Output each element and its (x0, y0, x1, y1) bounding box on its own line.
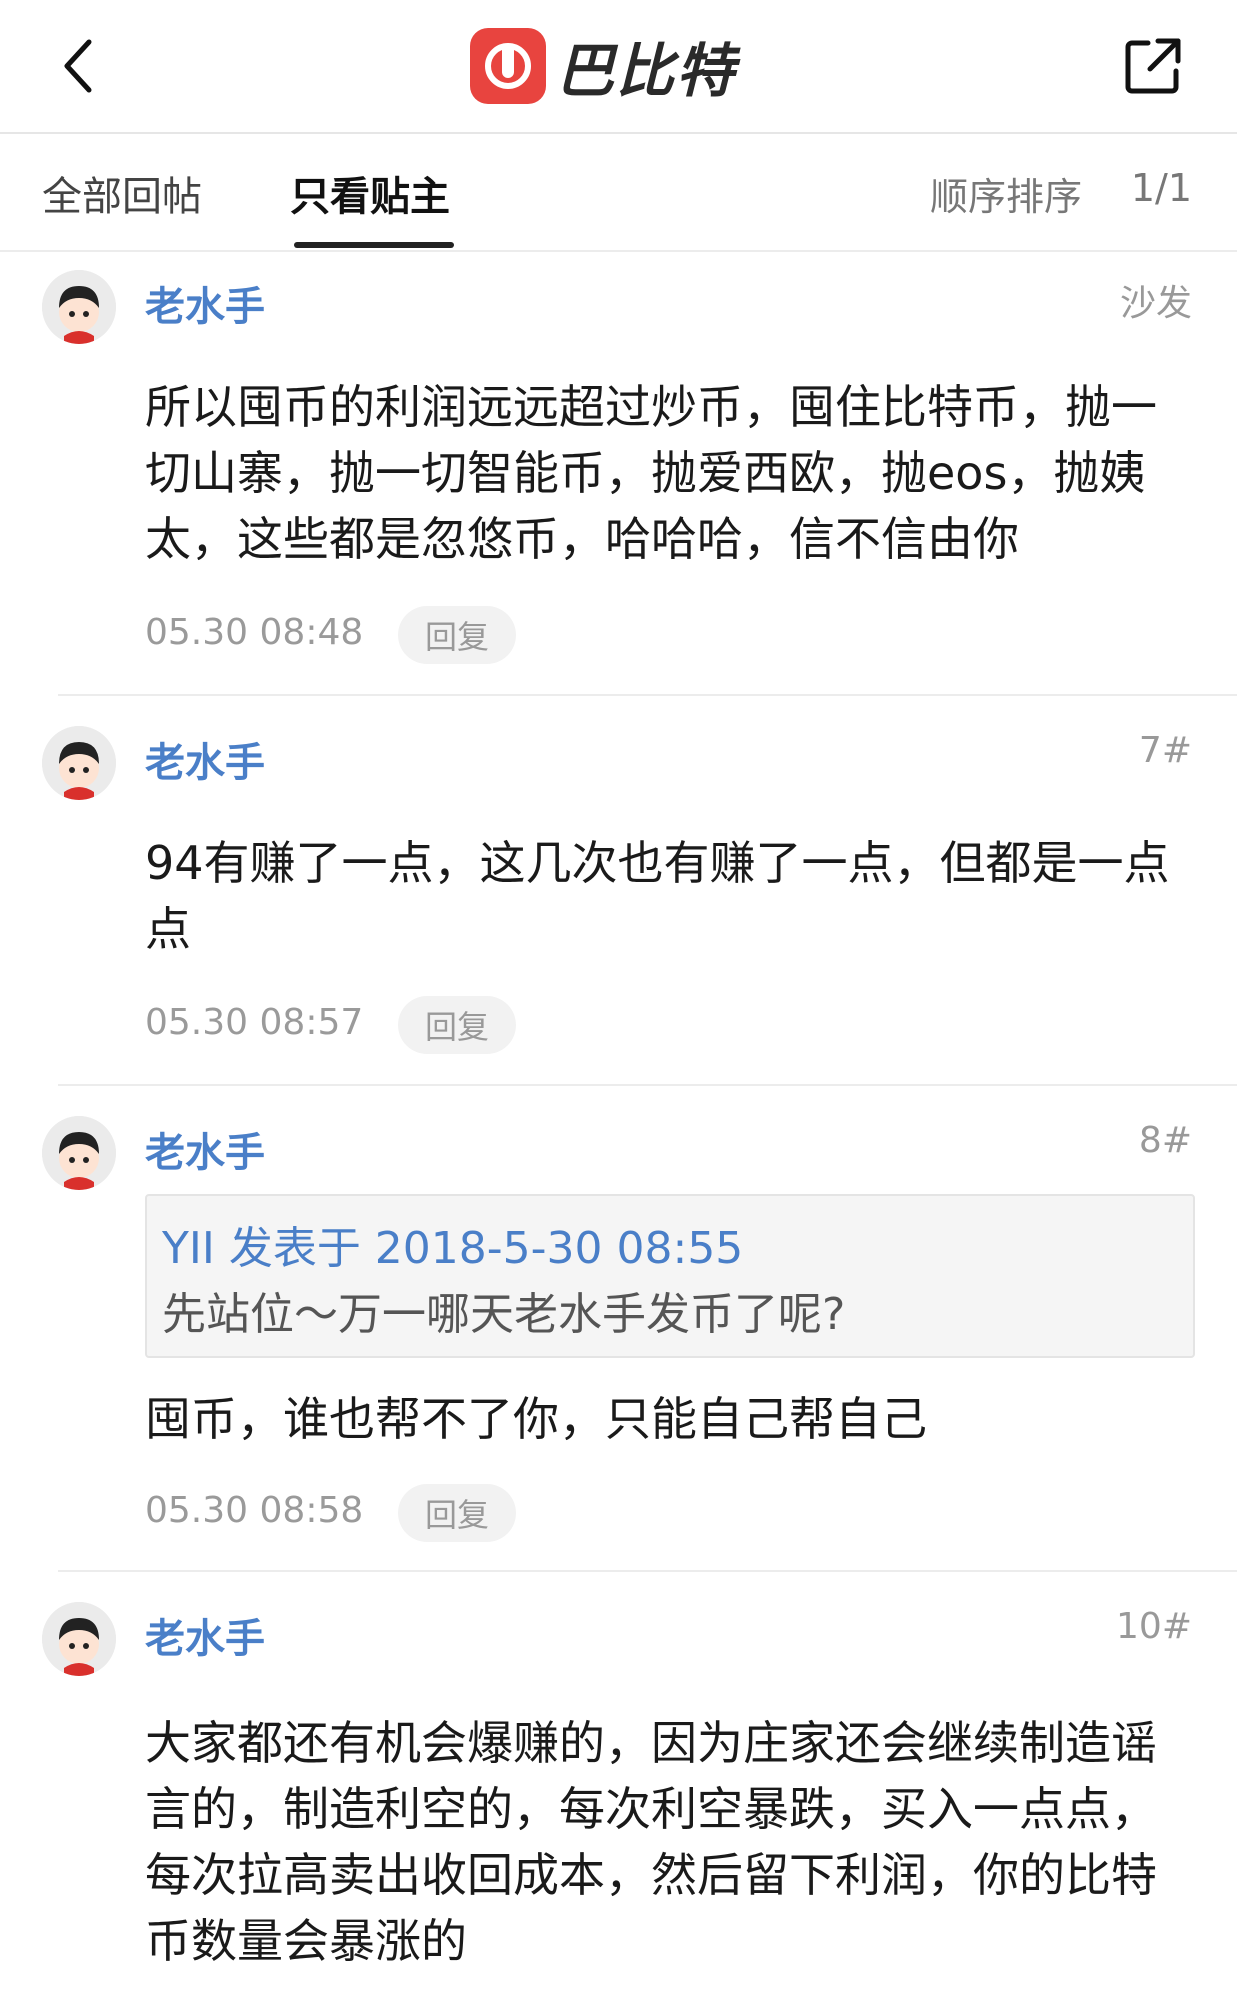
quoted-post: YII 发表于 2018-5-30 08:55 先站位～万一哪天老水手发币了呢? (145, 1194, 1195, 1358)
reply-button[interactable]: 回复 (398, 996, 516, 1054)
post-content: 所以囤币的利润远远超过炒币，囤住比特币，抛一切山寨，抛一切智能币，抛爱西欧，抛e… (145, 380, 1157, 566)
avatar[interactable] (42, 1602, 116, 1676)
tab-bar: 全部回帖 只看贴主 顺序排序 1/1 (0, 134, 1237, 252)
username[interactable]: 老水手 (145, 274, 265, 332)
active-tab-indicator (294, 242, 454, 248)
avatar[interactable] (42, 1116, 116, 1190)
quote-body: 先站位～万一哪天老水手发币了呢? (162, 1289, 846, 1340)
post-content: 囤币，谁也帮不了你，只能自己帮自己 (145, 1392, 927, 1446)
username[interactable]: 老水手 (145, 1120, 265, 1178)
tab-all-replies[interactable]: 全部回帖 (42, 164, 202, 222)
back-button[interactable] (44, 28, 114, 104)
divider (58, 694, 1237, 696)
divider (58, 1570, 1237, 1572)
tab-op-only[interactable]: 只看贴主 (290, 164, 450, 222)
logo-text: 巴比特 (556, 37, 737, 105)
sort-order-button[interactable]: 顺序排序 (930, 166, 1082, 221)
post-time: 05.30 08:58 (145, 1490, 364, 1531)
divider (58, 1084, 1237, 1086)
floor-label: 沙发 (1119, 283, 1192, 324)
post-content: 94有赚了一点，这几次也有赚了一点，但都是一点点 (145, 836, 1170, 956)
page-indicator[interactable]: 1/1 (1131, 166, 1192, 210)
post-time: 05.30 08:48 (145, 612, 364, 653)
avatar[interactable] (42, 270, 116, 344)
floor-label: 7# (1138, 730, 1192, 771)
quote-header: YII 发表于 2018-5-30 08:55 (162, 1223, 744, 1274)
chevron-left-icon (64, 39, 92, 93)
post-time: 05.30 08:57 (145, 1002, 364, 1043)
post-content: 大家都还有机会爆赚的，因为庄家还会继续制造谣言的，制造利空的，每次利空暴跌，买入… (145, 1716, 1157, 1968)
username[interactable]: 老水手 (145, 730, 265, 788)
username[interactable]: 老水手 (145, 1606, 265, 1664)
share-button[interactable] (1113, 28, 1193, 104)
floor-label: 10# (1116, 1606, 1192, 1647)
reply-button[interactable]: 回复 (398, 1484, 516, 1542)
share-external-icon (1125, 38, 1181, 94)
avatar[interactable] (42, 726, 116, 800)
floor-label: 8# (1138, 1120, 1192, 1161)
reply-button[interactable]: 回复 (398, 606, 516, 664)
app-logo: 巴比特 (470, 24, 736, 108)
top-bar: 巴比特 (0, 0, 1237, 134)
logo-badge-icon (470, 28, 546, 104)
